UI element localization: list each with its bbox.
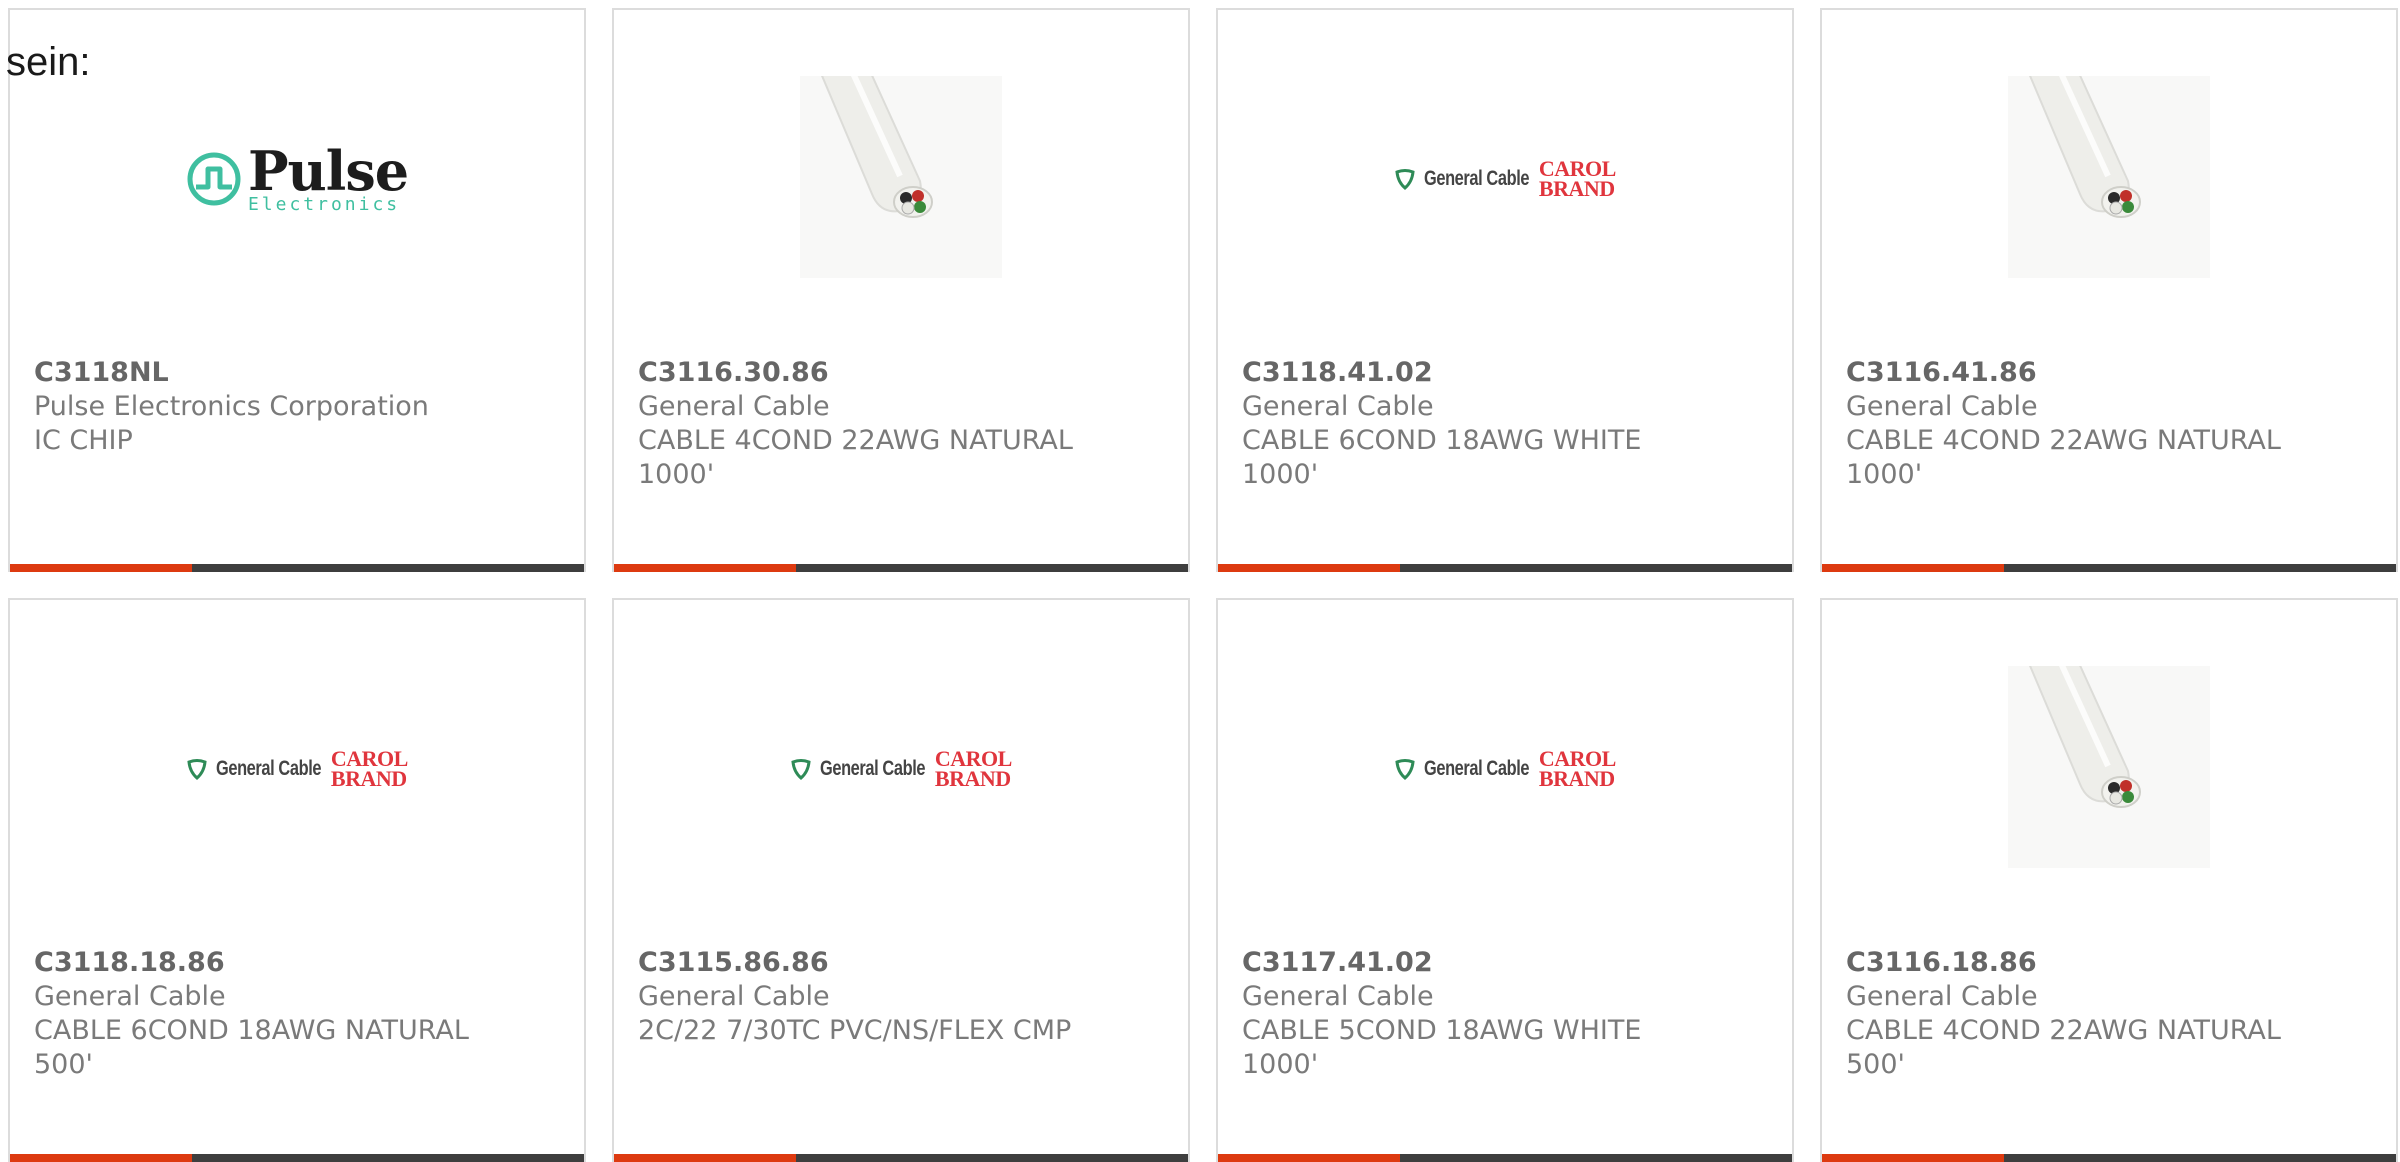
product-card[interactable]: C3116.41.86 General Cable CABLE 4COND 22AW… [1820, 8, 2398, 572]
cable-product-photo [2008, 658, 2210, 872]
general-cable-logo-text: General Cable [1424, 757, 1530, 780]
product-description: CABLE 4COND 22AWG NATURAL 1000' [1846, 425, 2281, 490]
general-cable-logo-text: General Cable [1424, 167, 1530, 190]
product-image[interactable]: General Cable CAROL BRAND [1395, 78, 1616, 280]
card-bottom-bar [1822, 564, 2396, 572]
card-bottom-bar [1218, 564, 1792, 572]
part-number[interactable]: C3116.30.86 [638, 356, 1168, 390]
product-grid: Pulse Electronics C3118NL Pulse Electronics… [0, 0, 2400, 1162]
general-cable-carol-brand-logo: General Cable CAROL BRAND [790, 747, 1012, 791]
manufacturer-name: General Cable [1846, 981, 2038, 1012]
manufacturer-name: General Cable [34, 981, 226, 1012]
product-info: C3116.41.86 General Cable CABLE 4COND 22AW… [1846, 356, 2376, 492]
product-card[interactable]: General Cable CAROL BRAND C3115.86.86 Genera… [612, 598, 1190, 1162]
product-card[interactable]: General Cable CAROL BRAND C3117.41.02 Genera… [1216, 598, 1794, 1162]
product-info: C3118.18.86 General Cable CABLE 6COND 18AW… [34, 946, 564, 1082]
page-text-fragment: sein: [6, 40, 91, 84]
brand-logo-text: BRAND [330, 766, 407, 791]
product-card[interactable]: Pulse Electronics C3118NL Pulse Electronics… [8, 8, 586, 572]
general-cable-logo-text: General Cable [216, 757, 322, 780]
cable-image-icon [2008, 68, 2210, 278]
pulse-mark-icon [187, 152, 241, 206]
product-info: C3118.41.02 General Cable CABLE 6COND 18AW… [1242, 356, 1772, 492]
card-accent-bar [614, 564, 796, 572]
product-description: 2C/22 7/30TC PVC/NS/FLEX CMP [638, 1015, 1072, 1046]
general-cable-carol-brand-logo: General Cable CAROL BRAND [1394, 157, 1616, 201]
product-card[interactable]: C3116.30.86 General Cable CABLE 4COND 22AW… [612, 8, 1190, 572]
part-number[interactable]: C3117.41.02 [1242, 946, 1772, 980]
cable-image-icon [2008, 658, 2210, 868]
product-info: C3116.18.86 General Cable CABLE 4COND 22AW… [1846, 946, 2376, 1082]
pulse-logo-sub: Electronics [247, 194, 401, 215]
product-description: IC CHIP [34, 425, 133, 456]
product-image[interactable]: General Cable CAROL BRAND [187, 668, 408, 870]
product-image[interactable]: General Cable CAROL BRAND [1395, 668, 1616, 870]
general-cable-shield-icon [791, 759, 811, 780]
product-image[interactable] [2008, 658, 2210, 872]
part-number[interactable]: C3118NL [34, 356, 564, 390]
part-number[interactable]: C3116.41.86 [1846, 356, 2376, 390]
product-description: CABLE 4COND 22AWG NATURAL 500' [1846, 1015, 2281, 1080]
cable-product-photo [800, 68, 1002, 282]
product-description: CABLE 5COND 18AWG WHITE 1000' [1242, 1015, 1642, 1080]
pulse-electronics-logo: Pulse Electronics [186, 139, 409, 215]
manufacturer-name: General Cable [1242, 391, 1434, 422]
part-number[interactable]: C3115.86.86 [638, 946, 1168, 980]
product-image[interactable]: General Cable CAROL BRAND [791, 668, 1012, 870]
product-card[interactable]: General Cable CAROL BRAND C3118.41.02 Genera… [1216, 8, 1794, 572]
card-accent-bar [1218, 564, 1400, 572]
part-number[interactable]: C3118.18.86 [34, 946, 564, 980]
product-info: C3115.86.86 General Cable 2C/22 7/30TC PVC… [638, 946, 1168, 1048]
general-cable-shield-icon [187, 759, 207, 780]
product-image[interactable] [2008, 68, 2210, 282]
product-card[interactable]: General Cable CAROL BRAND C3118.18.86 Genera… [8, 598, 586, 1162]
cable-image-icon [800, 68, 1002, 278]
card-bottom-bar [614, 564, 1188, 572]
part-number[interactable]: C3118.41.02 [1242, 356, 1772, 390]
card-bottom-bar [10, 564, 584, 572]
general-cable-carol-brand-logo: General Cable CAROL BRAND [1394, 747, 1616, 791]
product-image[interactable] [800, 68, 1002, 282]
manufacturer-name: Pulse Electronics Corporation [34, 391, 429, 422]
brand-logo-text: BRAND [934, 766, 1011, 791]
product-info: C3117.41.02 General Cable CABLE 5COND 18AW… [1242, 946, 1772, 1082]
card-accent-bar [10, 564, 192, 572]
product-info: C3116.30.86 General Cable CABLE 4COND 22AW… [638, 356, 1168, 492]
manufacturer-name: General Cable [1846, 391, 2038, 422]
product-info: C3118NL Pulse Electronics Corporation IC C… [34, 356, 564, 458]
cable-product-photo [2008, 68, 2210, 282]
product-description: CABLE 4COND 22AWG NATURAL 1000' [638, 425, 1073, 490]
brand-logo-text: BRAND [1538, 176, 1615, 201]
pulse-logo-name: Pulse [247, 139, 409, 203]
general-cable-shield-icon [1395, 169, 1415, 190]
general-cable-shield-icon [1395, 759, 1415, 780]
brand-logo-text: BRAND [1538, 766, 1615, 791]
manufacturer-name: General Cable [638, 981, 830, 1012]
product-card[interactable]: C3116.18.86 General Cable CABLE 4COND 22AW… [1820, 598, 2398, 1162]
general-cable-carol-brand-logo: General Cable CAROL BRAND [186, 747, 408, 791]
manufacturer-name: General Cable [1242, 981, 1434, 1012]
product-description: CABLE 6COND 18AWG NATURAL 500' [34, 1015, 469, 1080]
part-number[interactable]: C3116.18.86 [1846, 946, 2376, 980]
general-cable-logo-text: General Cable [820, 757, 926, 780]
product-description: CABLE 6COND 18AWG WHITE 1000' [1242, 425, 1642, 490]
manufacturer-name: General Cable [638, 391, 830, 422]
product-image[interactable]: Pulse Electronics [187, 78, 409, 280]
card-accent-bar [1822, 564, 2004, 572]
